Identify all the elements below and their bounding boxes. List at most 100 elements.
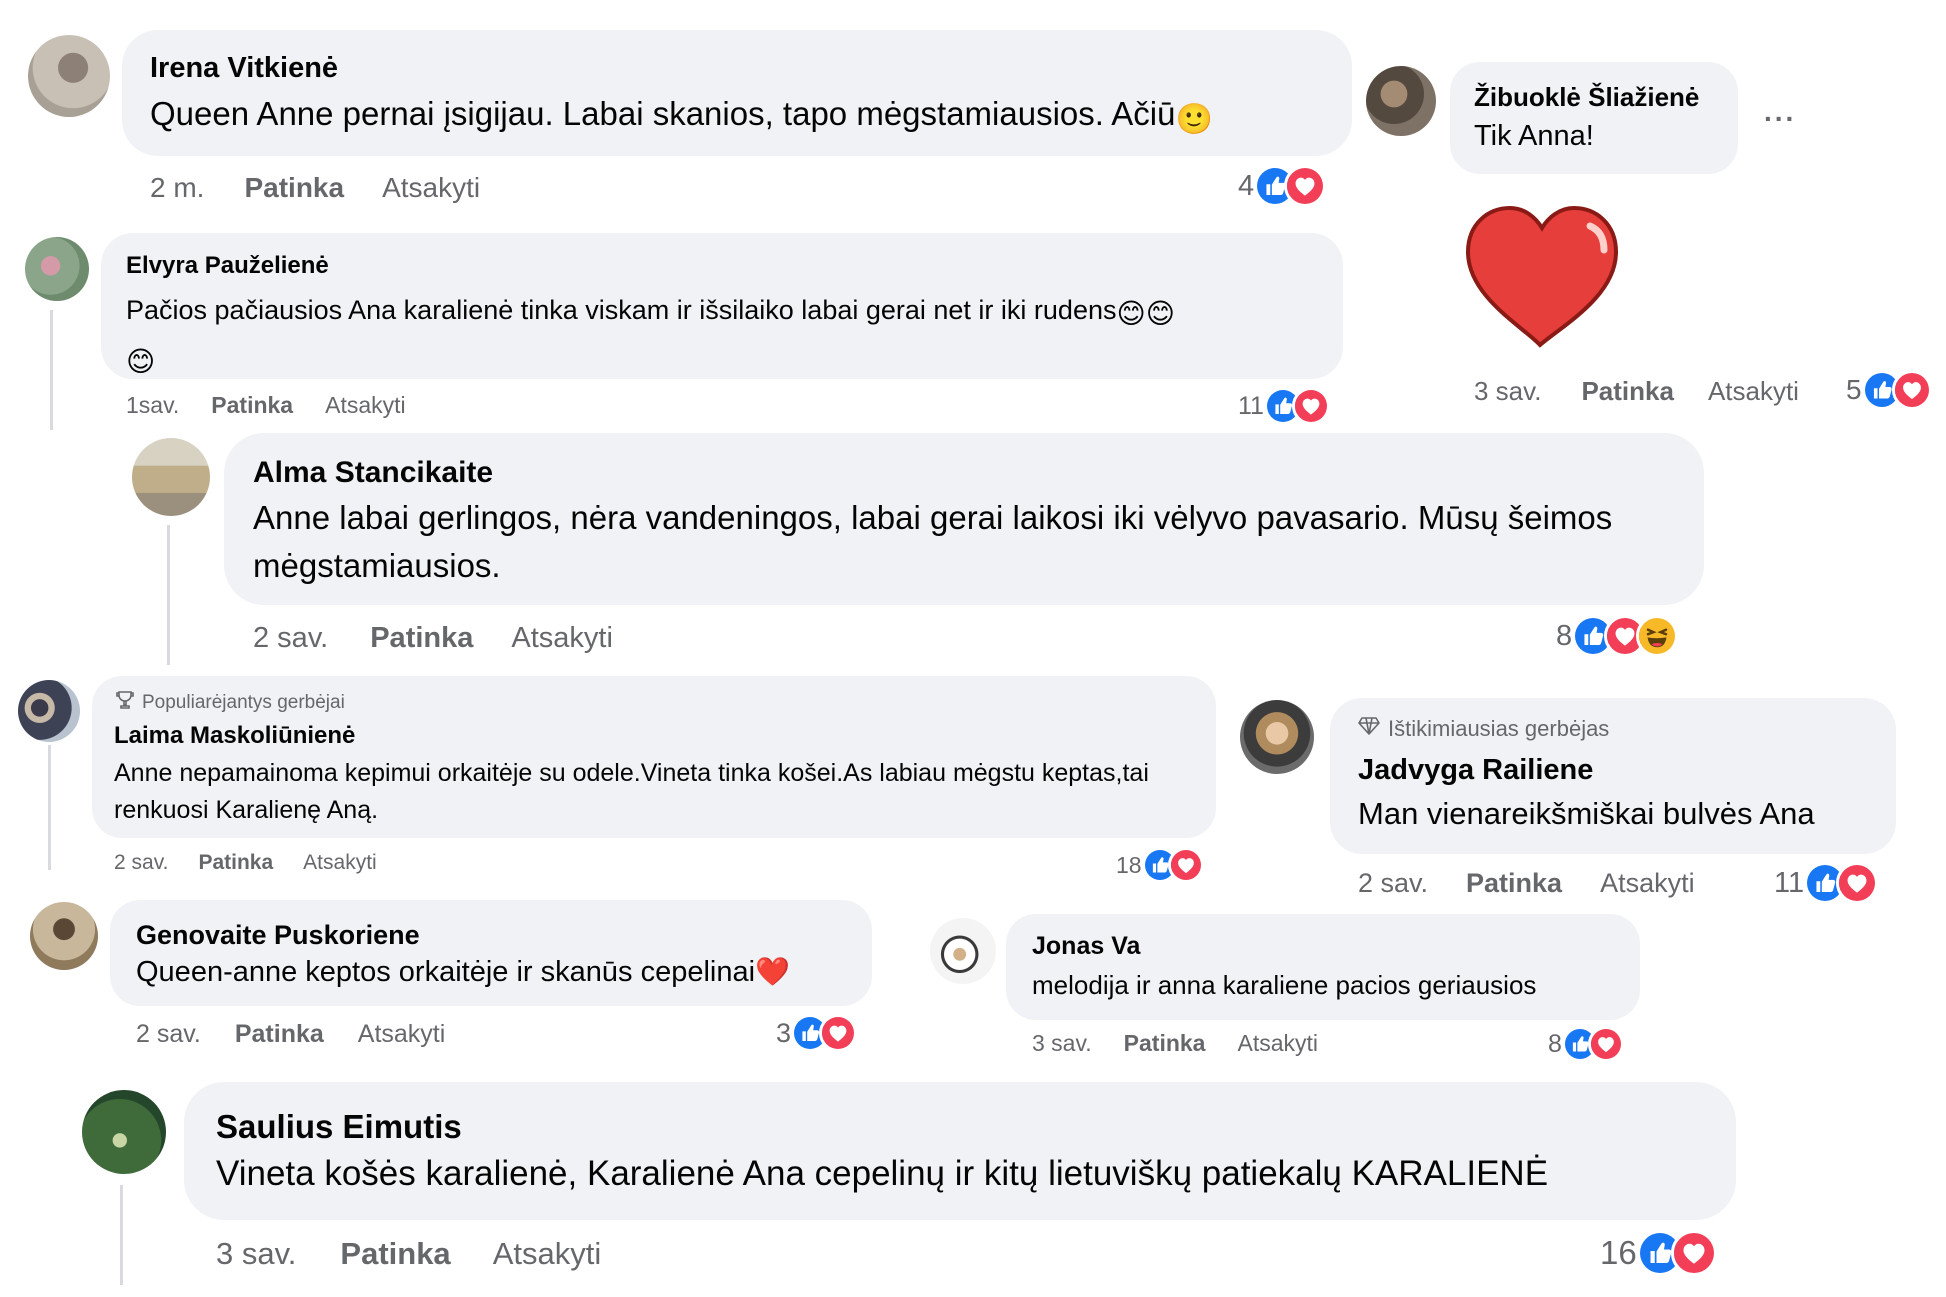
like-button[interactable]: Patinka <box>340 1236 450 1272</box>
timestamp[interactable]: 3 sav. <box>1474 376 1541 407</box>
commenter-name[interactable]: Saulius Eimutis <box>216 1108 462 1146</box>
trophy-icon <box>116 690 134 716</box>
comment-actions: 2 sav. Patinka Atsakyti <box>114 851 377 875</box>
reaction-count: 5 <box>1846 374 1862 405</box>
commenter-name[interactable]: Laima Maskoliūnienė <box>114 722 355 750</box>
reply-button[interactable]: Atsakyti <box>1708 376 1799 407</box>
like-button[interactable]: Patinka <box>1466 868 1562 899</box>
smiling-face-emoji-icon: 😊 <box>126 346 156 377</box>
reply-button[interactable]: Atsakyti <box>303 851 377 875</box>
red-heart-emoji-icon: ❤️ <box>755 956 790 987</box>
comment-bubble <box>1450 62 1738 174</box>
comment-actions: 2 sav. Patinka Atsakyti <box>253 622 613 655</box>
comment-actions: 1sav. Patinka Atsakyti <box>126 392 406 419</box>
love-reaction-icon <box>1167 847 1204 883</box>
reply-button[interactable]: Atsakyti <box>1600 868 1695 899</box>
reaction-count: 16 <box>1600 1234 1637 1271</box>
like-button[interactable]: Patinka <box>1124 1030 1206 1057</box>
like-button[interactable]: Patinka <box>1581 376 1674 407</box>
reaction-count: 3 <box>776 1017 792 1048</box>
avatar[interactable] <box>1366 66 1436 136</box>
avatar[interactable] <box>1240 700 1314 774</box>
commenter-name[interactable]: Irena Vitkienė <box>150 52 338 85</box>
reply-button[interactable]: Atsakyti <box>1237 1030 1318 1057</box>
diamond-icon <box>1358 716 1380 742</box>
avatar[interactable] <box>25 237 89 301</box>
like-button[interactable]: Patinka <box>235 1020 324 1049</box>
thread-line <box>120 1185 123 1285</box>
reactions-summary[interactable]: 8 <box>1556 615 1679 657</box>
thread-line <box>50 310 53 430</box>
commenter-name[interactable]: Jadvyga Railiene <box>1358 754 1593 787</box>
comment-text: Pačios pačiausios Ana karalienė tinka vi… <box>126 288 1326 384</box>
timestamp[interactable]: 2 sav. <box>1358 868 1428 899</box>
reactions-summary[interactable]: 8 <box>1548 1026 1624 1062</box>
avatar[interactable] <box>28 35 110 117</box>
like-button[interactable]: Patinka <box>211 392 293 419</box>
timestamp[interactable]: 3 sav. <box>1032 1030 1092 1057</box>
fan-badge-label: Populiarėjantys gerbėjai <box>142 692 345 713</box>
reactions-summary[interactable]: 11 <box>1774 862 1879 904</box>
timestamp[interactable]: 2 sav. <box>253 622 328 655</box>
reactions-summary[interactable]: 5 <box>1846 370 1932 410</box>
comment-actions: 3 sav. Patinka Atsakyti <box>216 1236 601 1272</box>
fan-badge-label: Ištikimiausias gerbėjas <box>1388 716 1610 741</box>
comment-text: Tik Anna! <box>1474 120 1594 152</box>
comment-actions: 2 sav. Patinka Atsakyti <box>136 1020 445 1049</box>
reaction-count: 11 <box>1774 866 1805 899</box>
avatar[interactable] <box>132 438 210 516</box>
comment-text: Vineta košės karalienė, Karalienė Ana ce… <box>216 1154 1549 1193</box>
reaction-count: 4 <box>1238 169 1255 202</box>
comment-actions: 3 sav. Patinka Atsakyti <box>1474 376 1799 407</box>
avatar[interactable] <box>82 1090 166 1174</box>
reactions-summary[interactable]: 11 <box>1238 387 1330 425</box>
thread-line <box>167 525 170 665</box>
reactions-summary[interactable]: 16 <box>1600 1230 1717 1276</box>
commenter-name[interactable]: Elvyra Pauželienė <box>126 252 329 280</box>
timestamp[interactable]: 1sav. <box>126 392 179 419</box>
love-reaction-icon <box>1587 1026 1624 1062</box>
comment-text: Man vienareikšmiškai bulvės Ana <box>1358 796 1815 831</box>
reactions-summary[interactable]: 3 <box>776 1014 858 1052</box>
love-reaction-icon <box>1291 387 1330 425</box>
haha-reaction-icon <box>1636 615 1679 657</box>
avatar[interactable] <box>30 902 98 970</box>
love-reaction-icon <box>1284 165 1327 207</box>
timestamp[interactable]: 3 sav. <box>216 1236 296 1272</box>
comment-text: Queen-anne keptos orkaitėje ir skanūs ce… <box>136 955 790 989</box>
smiling-face-emoji-icon: 😊😊 <box>1116 298 1175 329</box>
commenter-name[interactable]: Alma Stancikaite <box>253 456 493 490</box>
comment-text-body: Pačios pačiausios Ana karalienė tinka vi… <box>126 295 1117 325</box>
reply-button[interactable]: Atsakyti <box>358 1020 446 1049</box>
reply-button[interactable]: Atsakyti <box>511 622 613 655</box>
comment-text-body: Queen-anne keptos orkaitėje ir skanūs ce… <box>136 956 756 988</box>
like-button[interactable]: Patinka <box>370 622 473 655</box>
avatar[interactable] <box>18 680 80 742</box>
comment-actions: 3 sav. Patinka Atsakyti <box>1032 1030 1318 1057</box>
fan-badge[interactable]: Populiarėjantys gerbėjai <box>116 690 345 716</box>
love-reaction-icon <box>1670 1230 1717 1276</box>
fan-badge[interactable]: Ištikimiausias gerbėjas <box>1358 716 1609 742</box>
comment-bubble <box>122 30 1352 156</box>
comment-text: Queen Anne pernai įsigijau. Labai skanio… <box>150 95 1213 137</box>
reply-button[interactable]: Atsakyti <box>493 1236 602 1272</box>
like-button[interactable]: Patinka <box>244 172 344 204</box>
commenter-name[interactable]: Genovaite Puskoriene <box>136 920 420 951</box>
more-options-button[interactable]: ... <box>1764 96 1796 128</box>
commenter-name[interactable]: Jonas Va <box>1032 932 1140 961</box>
timestamp[interactable]: 2 sav. <box>114 851 168 875</box>
thread-line <box>48 745 51 870</box>
comment-bubble <box>1006 914 1640 1020</box>
avatar[interactable] <box>930 918 996 984</box>
reply-button[interactable]: Atsakyti <box>382 172 480 204</box>
reaction-count: 8 <box>1556 619 1573 652</box>
reactions-summary[interactable]: 18 <box>1116 847 1204 883</box>
timestamp[interactable]: 2 m. <box>150 172 204 204</box>
like-button[interactable]: Patinka <box>198 851 273 875</box>
comment-text: melodija ir anna karaliene pacios geriau… <box>1032 970 1537 1000</box>
reply-button[interactable]: Atsakyti <box>325 392 406 419</box>
reactions-summary[interactable]: 4 <box>1238 165 1327 207</box>
commenter-name[interactable]: Žibuoklė Šliažienė <box>1474 82 1699 113</box>
timestamp[interactable]: 2 sav. <box>136 1020 201 1049</box>
comment-bubble <box>110 900 872 1006</box>
